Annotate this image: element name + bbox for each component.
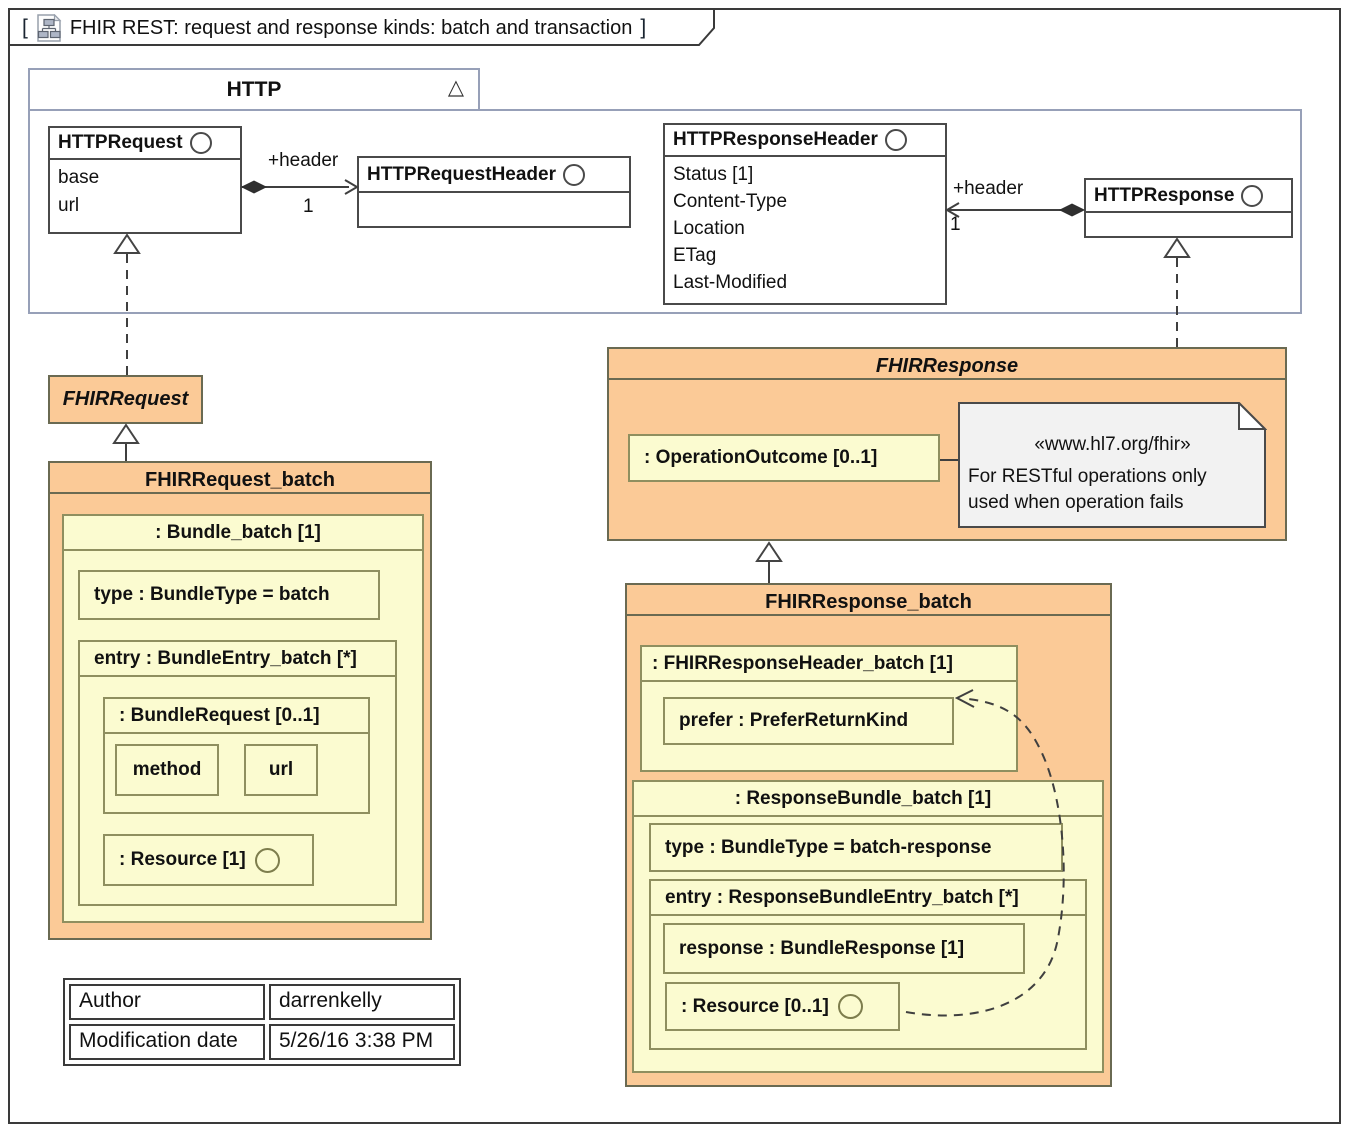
class-circle-icon xyxy=(1241,185,1263,207)
info-table: Author darrenkelly Modification date 5/2… xyxy=(63,978,461,1066)
note-stereotype: «www.hl7.org/fhir» xyxy=(958,432,1267,458)
part-label: prefer : PreferReturnKind xyxy=(679,710,908,732)
empty-compartment xyxy=(359,193,629,261)
note-line2: used when operation fails xyxy=(968,490,1183,516)
part-resource: : Resource [1] xyxy=(103,834,314,886)
part-label: : Bundle_batch [1] xyxy=(64,516,422,551)
info-value: darrenkelly xyxy=(269,984,455,1020)
class-name: HTTPRequest xyxy=(58,132,183,154)
part-label: url xyxy=(269,759,293,781)
attribute: Content-Type xyxy=(673,188,937,215)
triangle-up-icon: △ xyxy=(448,75,464,100)
part-label: type : BundleType = batch-response xyxy=(665,837,991,859)
class-httprequest: HTTPRequest base url xyxy=(48,126,242,234)
empty-compartment xyxy=(1086,213,1291,269)
class-name: HTTPResponseHeader xyxy=(673,129,878,151)
part-label: : FHIRResponseHeader_batch [1] xyxy=(642,647,1016,682)
title-open-bracket: [ xyxy=(22,16,28,40)
part-label: response : BundleResponse [1] xyxy=(679,938,964,960)
part-resource-response: : Resource [0..1] xyxy=(665,982,900,1031)
info-key: Modification date xyxy=(69,1024,265,1060)
class-name: HTTPResponse xyxy=(1094,185,1234,207)
response-header-role-label: +header xyxy=(953,178,1023,200)
http-package-name: HTTP xyxy=(227,78,282,102)
part-label: : Resource [0..1] xyxy=(681,996,829,1018)
attribute: Location xyxy=(673,215,937,242)
part-label: : BundleRequest [0..1] xyxy=(105,699,368,734)
diagram-canvas: [ FHIR REST: request and response kinds:… xyxy=(0,0,1352,1132)
class-fhirrequest: FHIRRequest xyxy=(48,375,203,424)
class-circle-icon xyxy=(563,164,585,186)
attribute: Last-Modified xyxy=(673,269,937,296)
request-header-role-label: +header xyxy=(268,150,338,172)
part-bundleresponse: response : BundleResponse [1] xyxy=(663,923,1025,974)
resource-circle-icon xyxy=(838,994,863,1019)
attribute: base xyxy=(58,164,232,192)
hl7-note: «www.hl7.org/fhir» For RESTful operation… xyxy=(958,402,1267,529)
part-url: url xyxy=(244,744,318,796)
part-method: method xyxy=(115,744,219,796)
part-operationoutcome: : OperationOutcome [0..1] xyxy=(628,434,940,482)
part-label: : Resource [1] xyxy=(119,849,246,871)
attribute: ETag xyxy=(673,242,937,269)
part-label: : OperationOutcome [0..1] xyxy=(644,447,877,469)
note-line1: For RESTful operations only xyxy=(968,464,1207,490)
table-row: Author darrenkelly xyxy=(69,984,455,1020)
attribute: url xyxy=(58,192,232,220)
table-row: Modification date 5/26/16 3:38 PM xyxy=(69,1024,455,1060)
info-value: 5/26/16 3:38 PM xyxy=(269,1024,455,1060)
class-name: FHIRResponse xyxy=(609,349,1285,380)
attribute: Status [1] xyxy=(673,161,937,188)
resource-circle-icon xyxy=(255,848,280,873)
title-close-bracket: ] xyxy=(640,16,646,40)
part-label: entry : ResponseBundleEntry_batch [*] xyxy=(651,881,1085,916)
class-name: FHIRRequest xyxy=(63,388,189,411)
class-name: FHIRRequest_batch xyxy=(50,463,430,494)
class-name: HTTPRequestHeader xyxy=(367,164,556,186)
info-key: Author xyxy=(69,984,265,1020)
part-label: entry : BundleEntry_batch [*] xyxy=(80,642,395,677)
part-label: type : BundleType = batch xyxy=(94,584,330,606)
http-package-tab: HTTP △ xyxy=(28,68,480,111)
frame-title: FHIR REST: request and response kinds: b… xyxy=(70,17,633,40)
diagram-title-tab: [ FHIR REST: request and response kinds:… xyxy=(8,8,716,46)
part-type-batch-response: type : BundleType = batch-response xyxy=(649,823,1063,872)
part-type-bundletype: type : BundleType = batch xyxy=(78,570,380,620)
class-name: FHIRResponse_batch xyxy=(627,585,1110,616)
class-httpresponse: HTTPResponse xyxy=(1084,178,1293,238)
class-diagram-icon xyxy=(36,14,62,42)
class-circle-icon xyxy=(190,132,212,154)
response-header-multiplicity-label: 1 xyxy=(950,214,961,236)
request-header-multiplicity-label: 1 xyxy=(303,196,314,218)
class-circle-icon xyxy=(885,129,907,151)
part-label: method xyxy=(133,759,202,781)
class-httpresponseheader: HTTPResponseHeader Status [1] Content-Ty… xyxy=(663,123,947,305)
part-label: : ResponseBundle_batch [1] xyxy=(634,782,1102,817)
class-httprequestheader: HTTPRequestHeader xyxy=(357,156,631,228)
part-prefer: prefer : PreferReturnKind xyxy=(663,697,954,745)
